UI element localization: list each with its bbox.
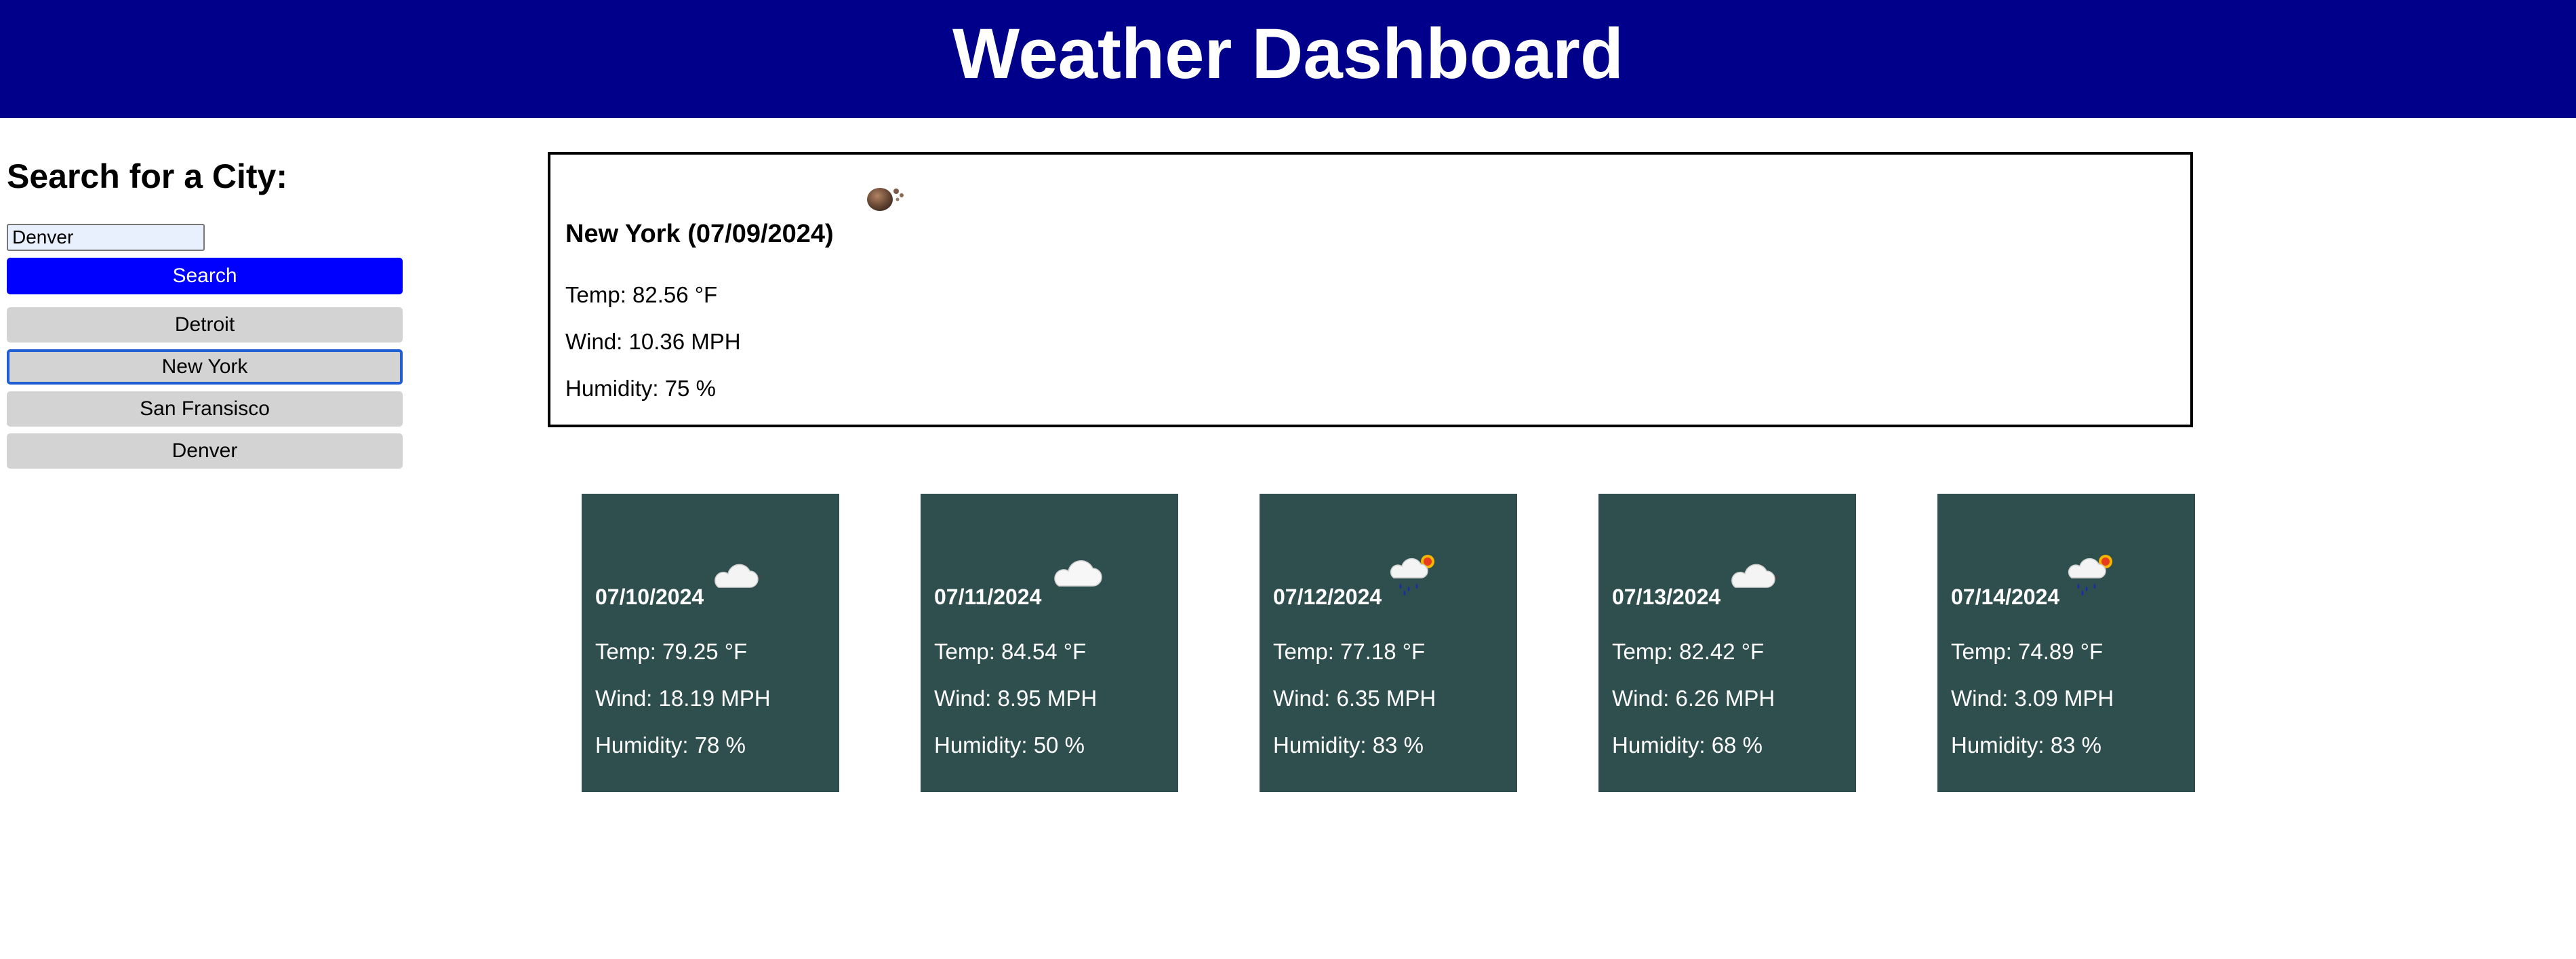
rain-sun-icon bbox=[2068, 555, 2112, 595]
cloudy-night-icon bbox=[715, 562, 763, 588]
current-wind: Wind: 10.36 MPH bbox=[565, 329, 741, 354]
forecast-date: 07/13/2024 bbox=[1612, 585, 1721, 609]
forecast-temp: Temp: 79.25 °F bbox=[595, 639, 748, 664]
forecast-card: 07/13/2024 Temp: 82.42 °F Wind: 6.26 MPH… bbox=[1598, 494, 1856, 792]
forecast-date: 07/10/2024 bbox=[595, 585, 704, 609]
cloudy-night-icon bbox=[1731, 562, 1780, 588]
history-item-san-fransisco[interactable]: San Fransisco bbox=[7, 391, 403, 427]
forecast-date: 07/12/2024 bbox=[1273, 585, 1382, 609]
forecast-date: 07/11/2024 bbox=[934, 585, 1042, 609]
forecast-temp: Temp: 74.89 °F bbox=[1951, 639, 2104, 664]
current-weather-card: New York (07/09/2024) Temp: 82.56 °F Win… bbox=[548, 152, 2193, 427]
forecast-wind: Wind: 3.09 MPH bbox=[1951, 686, 2114, 711]
forecast-humidity: Humidity: 83 % bbox=[1951, 732, 2101, 758]
search-heading: Search for a City: bbox=[7, 157, 288, 195]
history-item-detroit[interactable]: Detroit bbox=[7, 307, 403, 342]
current-city-title: New York (07/09/2024) bbox=[565, 188, 904, 248]
cloud-icon bbox=[1054, 560, 1102, 587]
city-search-input[interactable] bbox=[7, 224, 205, 251]
search-history-list: Detroit New York San Fransisco Denver bbox=[7, 307, 403, 475]
forecast-wind: Wind: 6.26 MPH bbox=[1612, 686, 1775, 711]
forecast-wind: Wind: 18.19 MPH bbox=[595, 686, 771, 711]
rain-sun-icon bbox=[1390, 555, 1434, 595]
forecast-temp: Temp: 82.42 °F bbox=[1612, 639, 1765, 664]
forecast-wind: Wind: 6.35 MPH bbox=[1273, 686, 1436, 711]
page-title: Weather Dashboard bbox=[952, 14, 1624, 94]
sidebar: Search for a City: Search Detroit New Yo… bbox=[7, 155, 403, 469]
forecast-card: 07/10/2024 Temp: 79.25 °F Wind: 18.19 MP… bbox=[582, 494, 839, 792]
forecast-wind: Wind: 8.95 MPH bbox=[934, 686, 1098, 711]
forecast-humidity: Humidity: 83 % bbox=[1273, 732, 1424, 758]
header-bar: Weather Dashboard bbox=[0, 0, 2576, 118]
forecast-temp: Temp: 77.18 °F bbox=[1273, 639, 1426, 664]
current-temp: Temp: 82.56 °F bbox=[565, 282, 718, 307]
forecast-humidity: Humidity: 78 % bbox=[595, 732, 746, 758]
forecast-card: 07/12/2024 Temp: 77.18 °F Wind: 6.35 MPH… bbox=[1260, 494, 1517, 792]
current-city-label: New York (07/09/2024) bbox=[565, 220, 834, 248]
forecast-card: 07/14/2024 Temp: 74.89 °F Wind: 3.09 MPH… bbox=[1937, 494, 2195, 792]
current-humidity: Humidity: 75 % bbox=[565, 376, 716, 401]
forecast-humidity: Humidity: 50 % bbox=[934, 732, 1085, 758]
forecast-humidity: Humidity: 68 % bbox=[1612, 732, 1763, 758]
history-item-denver[interactable]: Denver bbox=[7, 433, 403, 469]
forecast-date: 07/14/2024 bbox=[1951, 585, 2060, 609]
history-item-new-york[interactable]: New York bbox=[7, 349, 403, 385]
search-button[interactable]: Search bbox=[7, 258, 403, 294]
haze-icon bbox=[867, 188, 904, 211]
forecast-temp: Temp: 84.54 °F bbox=[934, 639, 1087, 664]
forecast-card: 07/11/2024 Temp: 84.54 °F Wind: 8.95 MPH… bbox=[921, 494, 1178, 792]
